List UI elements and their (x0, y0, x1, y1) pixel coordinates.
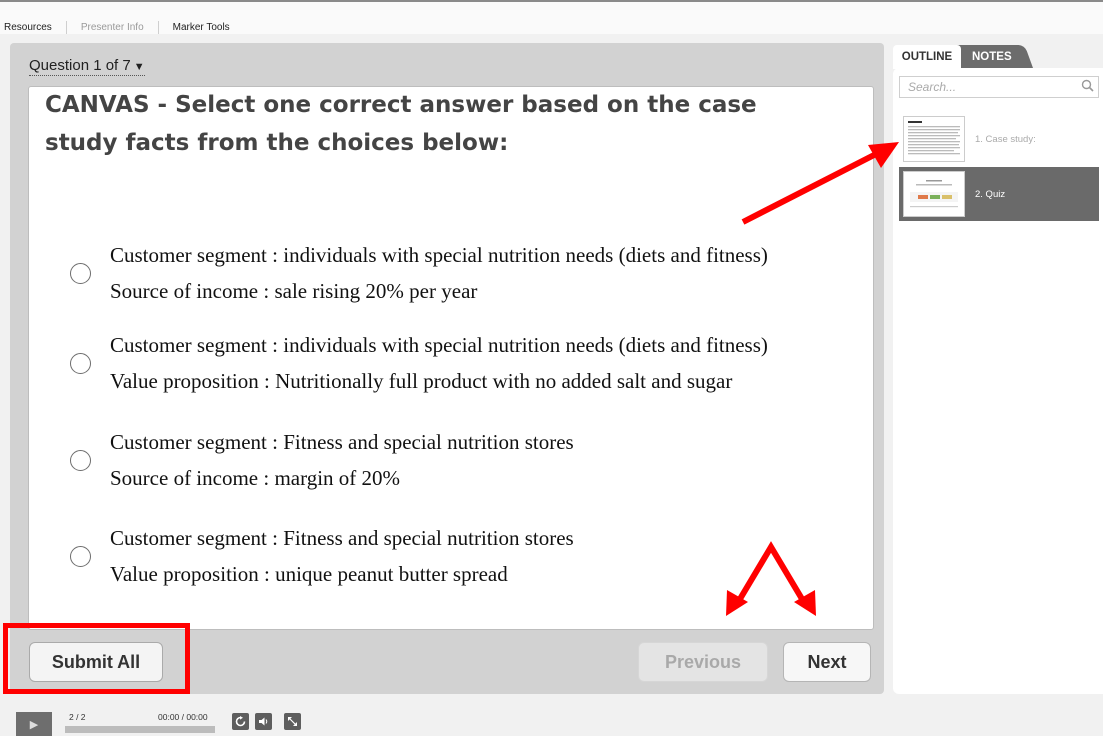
submit-all-button[interactable]: Submit All (29, 642, 163, 682)
question-selector[interactable]: Question 1 of 7 ▼ (29, 57, 145, 76)
outline-slide-1[interactable]: 1. Case study: (899, 112, 1099, 166)
top-bar: Resources Presenter Info Marker Tools (0, 0, 1103, 34)
caret-down-icon: ▼ (133, 61, 145, 73)
outline-slide-2[interactable]: 2. Quiz (899, 167, 1099, 221)
time-display: 00:00 / 00:00 (158, 712, 208, 722)
tab-outline[interactable]: OUTLINE (893, 45, 961, 69)
slide-thumbnail (903, 171, 965, 217)
tab-outline-label: OUTLINE (901, 51, 953, 63)
slide-thumbnail (903, 116, 965, 162)
previous-button[interactable]: Previous (638, 642, 768, 682)
tab-notes[interactable]: NOTES (950, 45, 1034, 69)
answer-line: Customer segment : individuals with spec… (110, 243, 768, 267)
answer-line: Customer segment : individuals with spec… (110, 333, 768, 357)
answer-choice[interactable]: Customer segment : Fitness and special n… (70, 520, 574, 592)
search-icon[interactable] (1081, 79, 1094, 95)
answer-line: Customer segment : Fitness and special n… (110, 526, 574, 550)
answer-choice[interactable]: Customer segment : individuals with spec… (70, 237, 768, 309)
tab-notes-label: NOTES (972, 51, 1012, 63)
play-icon: ▶ (29, 718, 39, 731)
radio-button[interactable] (70, 352, 91, 374)
question-selector-label: Question 1 of 7 (29, 57, 131, 74)
answer-line: Source of income : margin of 20% (110, 466, 401, 490)
slide-counter: 2 / 2 (69, 712, 86, 722)
presenter-info-link[interactable]: Presenter Info (67, 20, 159, 34)
answer-text: Customer segment : Fitness and special n… (110, 520, 574, 592)
slide-label: 1. Case study: (975, 133, 1036, 145)
next-button[interactable]: Next (783, 642, 871, 682)
question-title: CANVAS - Select one correct answer based… (45, 92, 757, 156)
volume-icon[interactable] (255, 713, 272, 730)
answer-text: Customer segment : individuals with spec… (110, 327, 768, 399)
answer-line: Customer segment : Fitness and special n… (110, 430, 574, 454)
answer-choice[interactable]: Customer segment : individuals with spec… (70, 327, 768, 399)
marker-tools-link[interactable]: Marker Tools (159, 21, 244, 34)
radio-button[interactable] (70, 449, 91, 471)
replay-icon[interactable] (232, 713, 249, 730)
answer-line: Source of income : sale rising 20% per y… (110, 279, 478, 303)
resources-link[interactable]: Resources (0, 20, 67, 34)
answer-choice[interactable]: Customer segment : Fitness and special n… (70, 424, 574, 496)
answer-text: Customer segment : Fitness and special n… (110, 424, 574, 496)
play-button[interactable]: ▶ (16, 712, 52, 736)
seek-bar[interactable] (65, 726, 215, 733)
answer-line: Value proposition : Nutritionally full p… (110, 369, 733, 393)
slide-label: 2. Quiz (975, 188, 1006, 200)
radio-button[interactable] (70, 262, 91, 284)
top-nav: Resources Presenter Info Marker Tools (0, 20, 244, 34)
radio-button[interactable] (70, 545, 91, 567)
fullscreen-icon[interactable] (284, 713, 301, 730)
search-placeholder: Search... (908, 80, 957, 94)
answer-text: Customer segment : individuals with spec… (110, 237, 768, 309)
search-input[interactable]: Search... (899, 76, 1099, 98)
answer-line: Value proposition : unique peanut butter… (110, 562, 508, 586)
